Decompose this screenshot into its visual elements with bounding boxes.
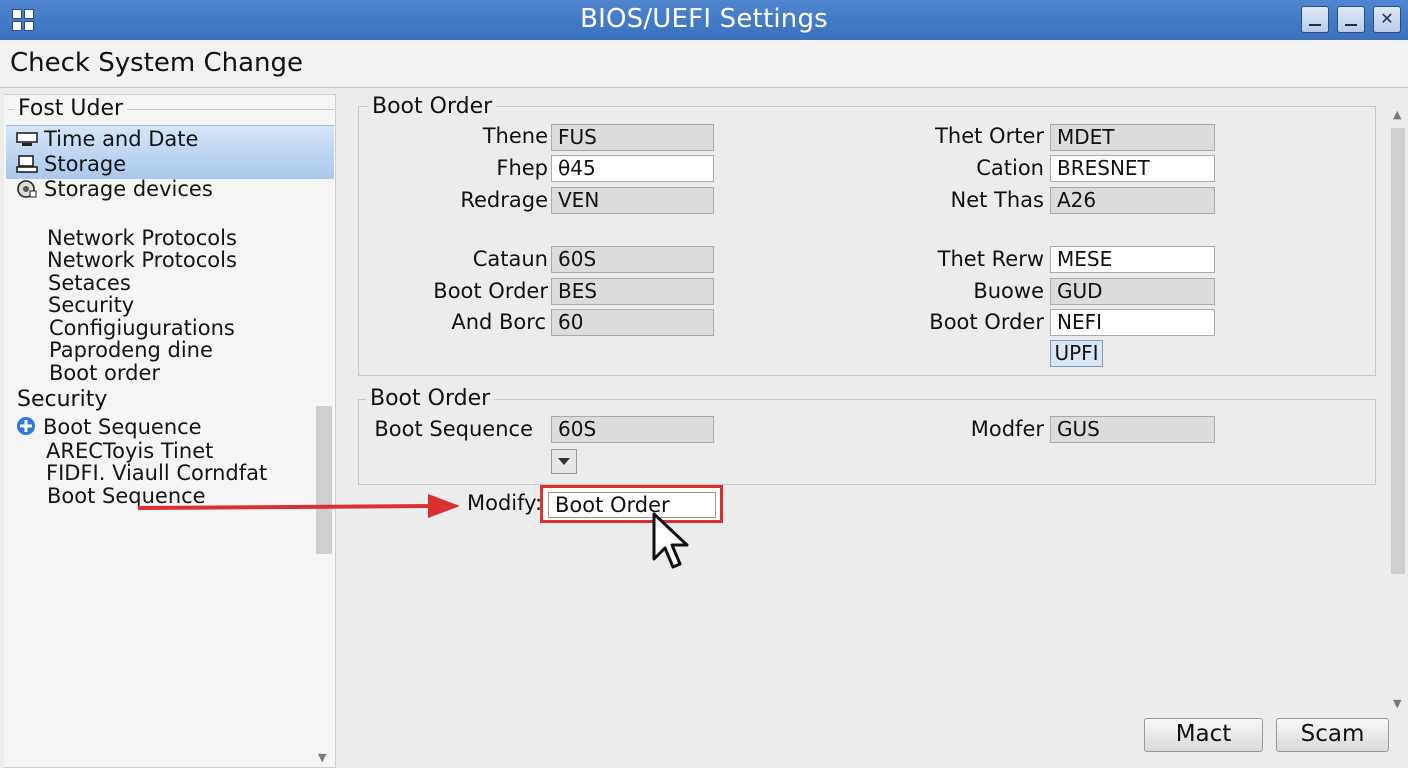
annotation-arrow-head (428, 494, 460, 518)
annotation-arrow (137, 494, 460, 518)
annotation-arrow-line (137, 504, 433, 510)
mouse-cursor-icon (652, 512, 689, 569)
